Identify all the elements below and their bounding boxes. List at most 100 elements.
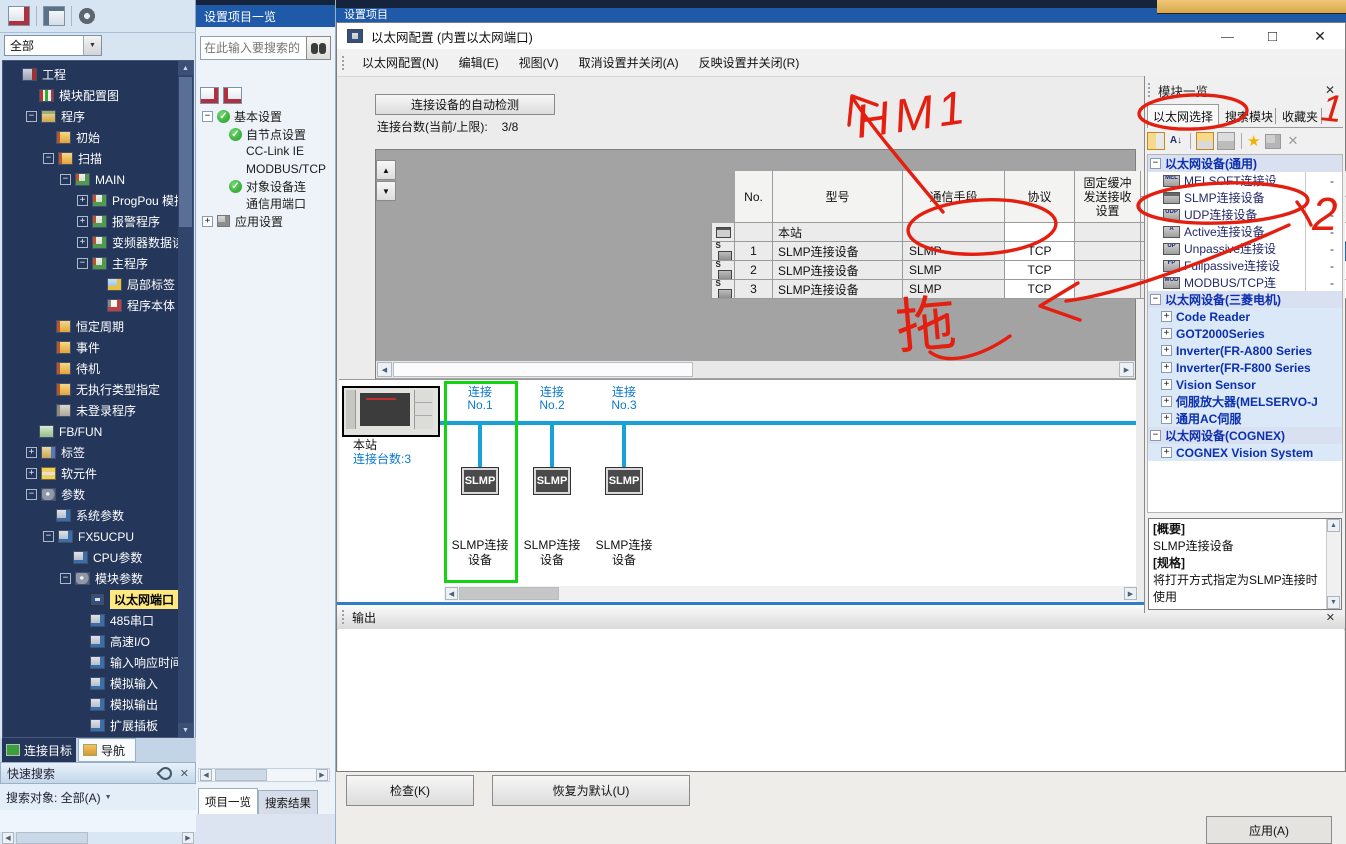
- quick-search-scrollbar[interactable]: ◀ ▶: [0, 832, 196, 844]
- module-item-Unpassive连接设[interactable]: UPUnpassive连接设-: [1148, 240, 1342, 257]
- module-item-以太网设备(通用)[interactable]: −以太网设备(通用): [1148, 155, 1342, 172]
- settings-search-button[interactable]: [306, 36, 331, 60]
- tree-item-扩展插板[interactable]: 扩展插板: [3, 715, 179, 736]
- list-view-icon[interactable]: [1147, 132, 1165, 150]
- tree-item-事件[interactable]: 事件: [3, 337, 179, 358]
- tree-item-输入响应时间[interactable]: 输入响应时间: [3, 652, 179, 673]
- scroll-down-icon[interactable]: ▼: [1327, 596, 1340, 609]
- cell-protocol[interactable]: TCP: [1005, 261, 1075, 280]
- settings-item-通信用端口[interactable]: 通信用端口: [200, 195, 334, 212]
- tree-item-程序本体[interactable]: 程序本体: [3, 295, 179, 316]
- tree-item-FX5UCPU[interactable]: −FX5UCPU: [3, 526, 179, 547]
- dropdown-arrow-icon[interactable]: ▼: [83, 36, 101, 55]
- tree-view-icon[interactable]: [8, 6, 30, 26]
- favorite-star-icon[interactable]: ★: [1247, 132, 1260, 150]
- module-item-Vision Sensor[interactable]: +Vision Sensor: [1148, 376, 1342, 393]
- menu-edit[interactable]: 编辑(E): [449, 49, 509, 76]
- tree-item-高速I/O[interactable]: 高速I/O: [3, 631, 179, 652]
- menu-apply-close[interactable]: 反映设置并关闭(R): [689, 49, 810, 76]
- expand-box-icon[interactable]: +: [1161, 379, 1172, 390]
- tree-item-工程[interactable]: 工程: [3, 64, 179, 85]
- module-item-GOT2000Series[interactable]: +GOT2000Series: [1148, 325, 1342, 342]
- scrollbar-thumb[interactable]: [179, 77, 192, 227]
- module-item-以太网设备(三菱电机)[interactable]: −以太网设备(三菱电机): [1148, 291, 1342, 308]
- cell-protocol[interactable]: [1005, 223, 1075, 242]
- scrollbar-thumb[interactable]: [215, 769, 267, 781]
- tree-item-系统参数[interactable]: 系统参数: [3, 505, 179, 526]
- settings-item-基本设置[interactable]: −✓基本设置: [200, 108, 334, 125]
- tree-item-主程序[interactable]: −主程序: [3, 253, 179, 274]
- tree-item-初始[interactable]: 初始: [3, 127, 179, 148]
- module-item-COGNEX Vision System[interactable]: +COGNEX Vision System: [1148, 444, 1342, 461]
- tree-item-恒定周期[interactable]: 恒定周期: [3, 316, 179, 337]
- restore-default-button[interactable]: 恢复为默认(U): [492, 775, 690, 806]
- tab-project-list[interactable]: 项目一览: [198, 788, 258, 814]
- tree-item-485串口[interactable]: 485串口: [3, 610, 179, 631]
- tree-orange-icon[interactable]: [1196, 132, 1214, 150]
- menu-view[interactable]: 视图(V): [509, 49, 569, 76]
- settings-search-input[interactable]: [200, 36, 308, 60]
- scope-dropdown-icon[interactable]: ▼: [105, 794, 112, 801]
- expand-box-icon[interactable]: +: [202, 216, 213, 227]
- expand-box-icon[interactable]: +: [1161, 396, 1172, 407]
- row-move-up-button[interactable]: ▲: [376, 160, 396, 180]
- menu-ethernet-config[interactable]: 以太网配置(N): [352, 49, 449, 76]
- scroll-right-icon[interactable]: ▶: [316, 769, 328, 781]
- tree-filter-dropdown[interactable]: 全部 ▼: [4, 35, 102, 56]
- module-panel-close-icon[interactable]: ✕: [1325, 83, 1335, 97]
- slmp-device-box[interactable]: SLMP: [534, 468, 570, 494]
- scroll-left-icon[interactable]: ◀: [200, 769, 212, 781]
- tree-item-FB/FUN[interactable]: FB/FUN: [3, 421, 179, 442]
- scroll-right-icon[interactable]: ▶: [182, 832, 194, 844]
- output-panel-content[interactable]: [338, 629, 1344, 771]
- row-move-down-button[interactable]: ▼: [376, 181, 396, 201]
- diagram-scrollbar[interactable]: ◀ ▶: [444, 586, 1138, 601]
- module-item-UDP连接设备[interactable]: UDPUDP连接设备-: [1148, 206, 1342, 223]
- tree-item-参数[interactable]: −参数: [3, 484, 179, 505]
- settings-item-CC-Link IE[interactable]: CC-Link IE: [200, 143, 334, 160]
- settings-item-应用设置[interactable]: +应用设置: [200, 212, 334, 229]
- tree-item-模拟输入[interactable]: 模拟输入: [3, 673, 179, 694]
- tree-scrollbar[interactable]: ▲ ▼: [178, 61, 193, 737]
- collapse-all-icon[interactable]: [223, 87, 242, 104]
- expand-box-icon[interactable]: +: [77, 216, 88, 227]
- menu-cancel-close[interactable]: 取消设置并关闭(A): [569, 49, 689, 76]
- sort-az-icon[interactable]: A↓: [1168, 133, 1184, 149]
- expand-box-icon[interactable]: +: [1161, 345, 1172, 356]
- collapse-box-icon[interactable]: −: [60, 174, 71, 185]
- scroll-up-icon[interactable]: ▲: [178, 61, 193, 75]
- expand-box-icon[interactable]: +: [26, 447, 37, 458]
- expand-box-icon[interactable]: +: [77, 195, 88, 206]
- collapse-box-icon[interactable]: −: [26, 489, 37, 500]
- collapse-box-icon[interactable]: −: [1150, 158, 1161, 169]
- module-item-MODBUS/TCP连[interactable]: MODMODBUS/TCP连-: [1148, 274, 1342, 291]
- tab-ethernet-select[interactable]: 以太网选择: [1147, 104, 1219, 128]
- tree-item-程序[interactable]: −程序: [3, 106, 179, 127]
- tree-item-未登录程序[interactable]: 未登录程序: [3, 400, 179, 421]
- module-item-MELSOFT连接设[interactable]: MELMELSOFT连接设-: [1148, 172, 1342, 189]
- table-scrollbar[interactable]: ◀ ▶: [376, 361, 1135, 378]
- cell-protocol[interactable]: TCP: [1005, 242, 1075, 261]
- apply-button[interactable]: 应用(A): [1206, 816, 1332, 844]
- module-item-伺服放大器(MELSERVO-J[interactable]: +伺服放大器(MELSERVO-J: [1148, 393, 1342, 410]
- slmp-device-box[interactable]: SLMP: [606, 468, 642, 494]
- tab-search-module[interactable]: 搜索模块: [1221, 106, 1277, 127]
- scroll-left-icon[interactable]: ◀: [445, 587, 458, 600]
- delete-icon[interactable]: ✕: [1287, 133, 1298, 149]
- expand-all-icon[interactable]: [200, 87, 219, 104]
- scroll-down-icon[interactable]: ▼: [178, 723, 193, 737]
- scroll-right-icon[interactable]: ▶: [1119, 362, 1134, 377]
- tree-item-标签[interactable]: +标签: [3, 442, 179, 463]
- scroll-left-icon[interactable]: ◀: [2, 832, 14, 844]
- minimize-button[interactable]: —: [1205, 23, 1250, 49]
- dialog-titlebar[interactable]: 以太网配置 (内置以太网端口) — □ ✕: [337, 23, 1345, 49]
- module-item-SLMP连接设备[interactable]: SLMP连接设备-: [1148, 189, 1342, 206]
- expand-box-icon[interactable]: +: [1161, 311, 1172, 322]
- check-button[interactable]: 检查(K): [346, 775, 474, 806]
- collapse-box-icon[interactable]: −: [1150, 294, 1161, 305]
- module-item-Code Reader[interactable]: +Code Reader: [1148, 308, 1342, 325]
- tree-gray-icon[interactable]: [1217, 132, 1235, 150]
- expand-box-icon[interactable]: +: [26, 468, 37, 479]
- scrollbar-thumb[interactable]: [459, 587, 559, 600]
- module-item-Inverter(FR-A800 Series[interactable]: +Inverter(FR-A800 Series: [1148, 342, 1342, 359]
